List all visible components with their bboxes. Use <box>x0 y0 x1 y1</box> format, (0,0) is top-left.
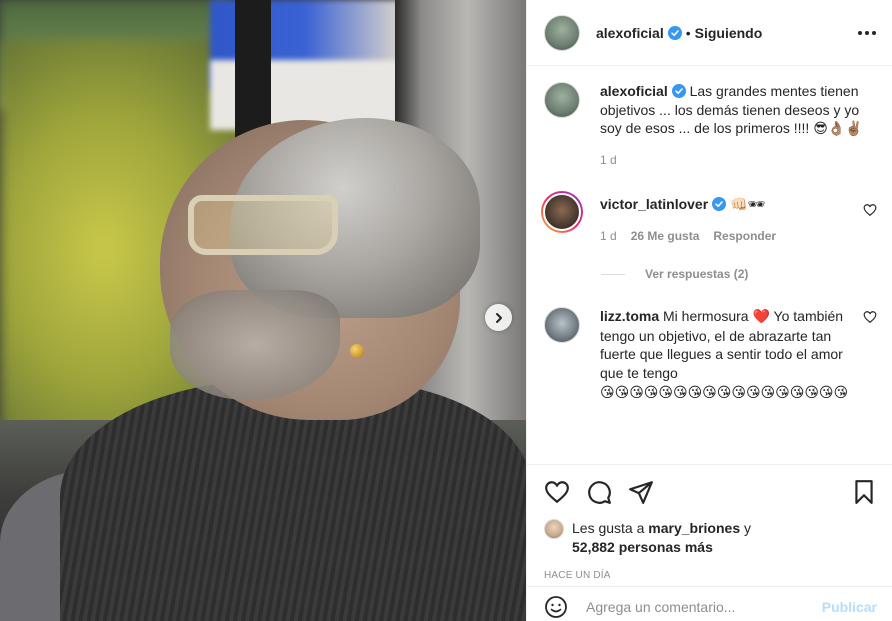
paper-plane-icon[interactable] <box>628 479 654 505</box>
following-button[interactable]: Siguiendo <box>695 25 763 41</box>
view-replies-button[interactable]: Ver respuestas (2) <box>601 267 877 281</box>
post-photo[interactable] <box>0 0 526 621</box>
caption-meta: 1 d <box>600 151 877 170</box>
comment-text: Mi hermosura <box>663 308 753 324</box>
comment-username[interactable]: victor_latinlover <box>600 196 708 212</box>
reply-button[interactable]: Responder <box>713 227 776 246</box>
avatar[interactable] <box>544 519 564 539</box>
more-dot <box>872 30 876 35</box>
comment-item: victor_latinlover 👊🏻🕶 1 d 26 Me gusta Re… <box>541 191 877 245</box>
verified-badge-icon <box>712 197 727 211</box>
likes-connector: y <box>740 520 751 536</box>
likes-summary: Les gusta a mary_briones y 52,882 person… <box>544 519 877 557</box>
instagram-post: alexoficial • Siguiendo alexoficial Las … <box>0 0 892 621</box>
next-photo-button[interactable] <box>485 304 512 331</box>
more-dot <box>865 30 869 35</box>
verified-badge-icon <box>671 84 686 98</box>
more-dot <box>858 30 862 35</box>
photo-earring <box>350 344 364 358</box>
view-replies-label: Ver respuestas (2) <box>645 267 749 281</box>
avatar-story-ring[interactable] <box>541 191 583 233</box>
comment-icon[interactable] <box>586 479 612 505</box>
verified-badge-icon <box>667 25 682 40</box>
comment-username[interactable]: lizz.toma <box>600 308 659 324</box>
caption-time[interactable]: 1 d <box>600 151 617 170</box>
comment-emojis: 👊🏻🕶 <box>730 197 766 213</box>
avatar[interactable] <box>544 82 580 118</box>
chevron-right-icon <box>495 312 502 323</box>
smiley-icon[interactable] <box>544 595 568 619</box>
likes-text: Les gusta a mary_briones y 52,882 person… <box>572 519 751 557</box>
post-header: alexoficial • Siguiendo <box>527 0 892 66</box>
comment-item: lizz.toma Mi hermosura ❤️ Yo también ten… <box>544 307 877 403</box>
post-timestamp[interactable]: HACE UN DÍA <box>544 570 877 581</box>
comment-body: lizz.toma Mi hermosura ❤️ Yo también ten… <box>600 307 855 403</box>
more-options-icon[interactable] <box>858 30 876 35</box>
heart-icon[interactable] <box>544 479 570 505</box>
photo-sunglasses <box>188 195 338 255</box>
avatar[interactable] <box>544 307 580 343</box>
liker-username[interactable]: mary_briones <box>648 520 740 536</box>
comment-time[interactable]: 1 d <box>600 227 617 246</box>
post-side-panel: alexoficial • Siguiendo alexoficial Las … <box>526 0 892 621</box>
action-bar <box>544 477 877 507</box>
comments-list[interactable]: alexoficial Las grandes mentes tienen ob… <box>527 66 892 464</box>
replies-divider <box>601 273 625 275</box>
caption-emojis: 😎👌🏽✌🏽 <box>813 121 863 137</box>
header-separator: • <box>685 24 691 41</box>
heart-emoji: ❤️ <box>752 309 770 325</box>
avatar[interactable] <box>544 14 580 51</box>
comment-meta: 1 d 26 Me gusta Responder <box>600 227 855 246</box>
comment-input[interactable]: Agrega un comentario... <box>586 599 822 615</box>
like-comment-heart-icon[interactable] <box>863 310 877 324</box>
comment-likes[interactable]: 26 Me gusta <box>631 227 700 246</box>
comment-body: victor_latinlover 👊🏻🕶 1 d 26 Me gusta Re… <box>600 191 855 245</box>
caption-body: alexoficial Las grandes mentes tienen ob… <box>600 82 877 169</box>
post-actions: Les gusta a mary_briones y 52,882 person… <box>527 464 892 581</box>
publish-button[interactable]: Publicar <box>822 599 877 615</box>
avatar <box>543 193 581 231</box>
comment-emojis: 😘😘😘😘😘😘😘😘😘😘😘😘😘😘😘😘😘 <box>600 385 849 401</box>
photo-window-frame <box>235 0 271 140</box>
like-comment-heart-icon[interactable] <box>863 203 877 217</box>
caption-username[interactable]: alexoficial <box>600 83 668 99</box>
bookmark-icon[interactable] <box>851 479 877 505</box>
header-username[interactable]: alexoficial <box>596 25 664 41</box>
add-comment-bar: Agrega un comentario... Publicar <box>527 586 892 621</box>
likes-count[interactable]: 52,882 personas más <box>572 539 713 555</box>
caption: alexoficial Las grandes mentes tienen ob… <box>544 82 877 169</box>
likes-prefix: Les gusta a <box>572 520 649 536</box>
